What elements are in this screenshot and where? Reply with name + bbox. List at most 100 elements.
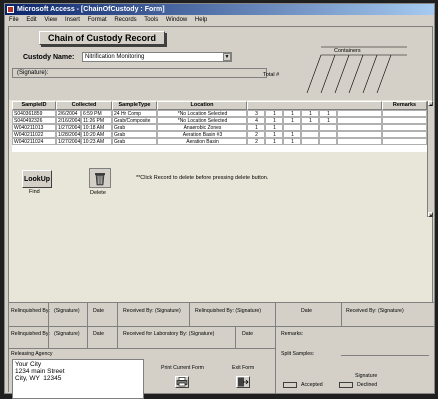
delete-hint: **Click Record to delete before pressing…: [136, 175, 269, 181]
cell-date[interactable]: 2/6/2004: [56, 110, 81, 117]
table-row[interactable]: W040211013 1/27/2004 10:18 AM Grab Anaer…: [12, 124, 432, 131]
menu-help[interactable]: Help: [195, 17, 207, 23]
cell-container-5[interactable]: [337, 110, 382, 117]
cell-sampletype[interactable]: 24 Hr Comp: [112, 110, 157, 117]
scroll-down-arrow-icon[interactable]: ▼: [428, 212, 433, 218]
cell-time[interactable]: 11:26 PM: [81, 117, 112, 124]
table-row[interactable]: W040211024 1/27/2004 10:23 AM Grab Aerat…: [12, 138, 432, 145]
cell-container-2[interactable]: 1: [283, 110, 301, 117]
cell-container-2[interactable]: [283, 124, 301, 131]
menu-tools[interactable]: Tools: [144, 17, 158, 23]
cell-total[interactable]: 1: [247, 124, 265, 131]
cell-container-1[interactable]: 1: [265, 124, 283, 131]
cell-container-3[interactable]: [301, 138, 319, 145]
table-row[interactable]: S040361859 2/6/2004 6:59 PM 24 Hr Comp *…: [12, 110, 432, 117]
cell-sampletype[interactable]: Grab: [112, 138, 157, 145]
cell-container-5[interactable]: [337, 138, 382, 145]
cell-total[interactable]: 4: [247, 117, 265, 124]
releasing-agency-address[interactable]: Your City 1234 main Street City, WY 1234…: [12, 359, 144, 399]
menu-records[interactable]: Records: [114, 17, 136, 23]
cell-sampleid[interactable]: S040361859: [12, 110, 56, 117]
lookup-button[interactable]: LookUp: [22, 170, 52, 188]
cell-container-1[interactable]: 1: [265, 131, 283, 138]
cell-sampleid[interactable]: W040211024: [12, 138, 56, 145]
declined-checkbox[interactable]: [339, 382, 353, 388]
cell-container-3[interactable]: 1: [301, 117, 319, 124]
menu-file[interactable]: File: [9, 17, 19, 23]
cell-sampleid[interactable]: W040211013: [12, 124, 56, 131]
relinquished-by-label-3: Relinquished By:: [11, 331, 50, 337]
cell-container-4[interactable]: 1: [319, 110, 337, 117]
cell-location[interactable]: Aeration Basin: [157, 138, 247, 145]
cell-container-4[interactable]: [319, 138, 337, 145]
date-label-3: Date: [93, 331, 104, 337]
cell-location[interactable]: *No Location Selected: [157, 110, 247, 117]
menu-format[interactable]: Format: [88, 17, 107, 23]
cell-container-2[interactable]: 1: [283, 131, 301, 138]
footer-vline: [341, 303, 342, 326]
cell-location[interactable]: *No Location Selected: [157, 117, 247, 124]
col-collected[interactable]: Collected: [56, 101, 112, 110]
cell-location[interactable]: Anaerobic Zones: [157, 124, 247, 131]
cell-time[interactable]: 10:18 AM: [81, 124, 112, 131]
cell-container-5[interactable]: [337, 124, 382, 131]
trash-can-icon[interactable]: [89, 168, 111, 188]
cell-container-3[interactable]: 1: [301, 110, 319, 117]
cell-date[interactable]: 2/16/2004: [56, 117, 81, 124]
cell-container-2[interactable]: 1: [283, 138, 301, 145]
table-row[interactable]: S040492326 2/16/2004 11:26 PM Grab/Compo…: [12, 117, 432, 124]
cell-container-1[interactable]: 1: [265, 117, 283, 124]
printer-icon[interactable]: [175, 376, 189, 388]
date-label-2: Date: [301, 308, 312, 314]
cell-sampleid[interactable]: S040492326: [12, 117, 56, 124]
cell-container-3[interactable]: [301, 124, 319, 131]
cell-time[interactable]: 10:20 AM: [81, 131, 112, 138]
footer-vline: [189, 303, 190, 326]
cell-container-3[interactable]: [301, 131, 319, 138]
cell-container-5[interactable]: [337, 117, 382, 124]
cell-remarks[interactable]: [382, 131, 427, 138]
col-sampletype[interactable]: SampleType: [112, 101, 157, 110]
cell-total[interactable]: 3: [247, 110, 265, 117]
cell-sampletype[interactable]: Grab: [112, 131, 157, 138]
cell-container-5[interactable]: [337, 131, 382, 138]
signature-field[interactable]: (Signature):: [12, 68, 267, 78]
cell-container-1[interactable]: 1: [265, 138, 283, 145]
cell-sampletype[interactable]: Grab/Composite: [112, 117, 157, 124]
cell-total[interactable]: 2: [247, 131, 265, 138]
window-title: Microsoft Access - [ChainOfCustody : For…: [17, 6, 165, 13]
cell-remarks[interactable]: [382, 124, 427, 131]
received-lab-label: Received for Laboratory By: (Signature): [123, 331, 215, 337]
cell-container-2[interactable]: 1: [283, 117, 301, 124]
exit-door-icon[interactable]: [236, 376, 250, 388]
menu-window[interactable]: Window: [166, 17, 187, 23]
col-location[interactable]: Location: [157, 101, 247, 110]
cell-date[interactable]: 1/27/2004: [56, 124, 81, 131]
cell-sampleid[interactable]: W040211022: [12, 131, 56, 138]
cell-location[interactable]: Aeration Basin #3: [157, 131, 247, 138]
table-row[interactable]: W040211022 1/28/2004 10:20 AM Grab Aerat…: [12, 131, 432, 138]
accepted-checkbox[interactable]: [283, 382, 297, 388]
cell-total[interactable]: 2: [247, 138, 265, 145]
chevron-down-icon[interactable]: ▼: [223, 53, 231, 61]
scroll-up-arrow-icon[interactable]: ▲: [428, 101, 433, 107]
cell-time[interactable]: 6:59 PM: [81, 110, 112, 117]
cell-remarks[interactable]: [382, 110, 427, 117]
cell-date[interactable]: 1/27/2004: [56, 138, 81, 145]
vertical-scrollbar[interactable]: ▲ ▼: [427, 101, 433, 218]
cell-sampletype[interactable]: Grab: [112, 124, 157, 131]
col-remarks[interactable]: Remarks: [382, 101, 427, 110]
cell-remarks[interactable]: [382, 138, 427, 145]
menu-insert[interactable]: Insert: [65, 17, 80, 23]
cell-container-4[interactable]: [319, 124, 337, 131]
cell-container-4[interactable]: 1: [319, 117, 337, 124]
col-sampleid[interactable]: SampleID: [12, 101, 56, 110]
cell-container-1[interactable]: 1: [265, 110, 283, 117]
cell-time[interactable]: 10:23 AM: [81, 138, 112, 145]
cell-remarks[interactable]: [382, 117, 427, 124]
menu-view[interactable]: View: [44, 17, 57, 23]
cell-date[interactable]: 1/28/2004: [56, 131, 81, 138]
custody-name-combo[interactable]: Nitrification Monitoring ▼: [82, 52, 232, 62]
menu-edit[interactable]: Edit: [26, 17, 36, 23]
cell-container-4[interactable]: [319, 131, 337, 138]
